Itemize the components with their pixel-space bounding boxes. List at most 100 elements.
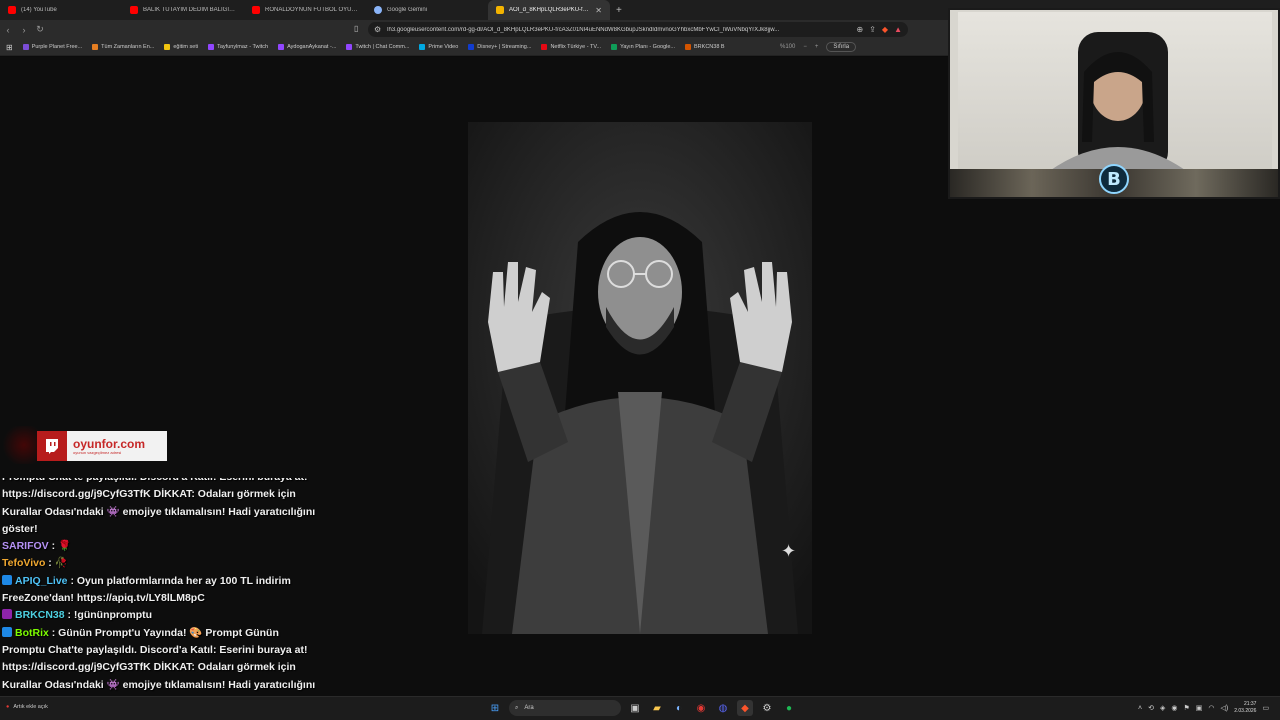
bookmark-item[interactable]: Tayfunylmaz - Twitch bbox=[208, 44, 268, 50]
generated-portrait-image[interactable] bbox=[468, 122, 812, 634]
tab-ronaldo[interactable]: RONALDOYNUN FUTBOL OYUNU UF bbox=[244, 0, 366, 20]
tab-label: Google Gemini bbox=[387, 7, 428, 13]
wifi-icon[interactable]: ◠ bbox=[1208, 704, 1214, 712]
tray-app-icon[interactable]: ◈ bbox=[1160, 704, 1165, 712]
screen: (14) YouTube BALIK TUTAYIM DEDİM BALIĞI … bbox=[0, 0, 1280, 720]
bookmark-label: Twitch | Chat Comm... bbox=[355, 44, 410, 50]
twitch-glyph bbox=[46, 439, 58, 454]
twitch-icon bbox=[37, 431, 67, 461]
url-text[interactable]: lh3.googleusercontent.com/rd-gg-dl/AOI_d… bbox=[387, 27, 850, 33]
chrome-icon[interactable]: ◉ bbox=[693, 700, 709, 716]
chat-text: Promptu Chat'te paylaşıldı. Discord'a Ka… bbox=[2, 478, 316, 535]
webcam-feed bbox=[958, 12, 1272, 172]
bookmark-item[interactable]: Netflix Türkiye - TV... bbox=[541, 44, 601, 50]
chat-message: BRKCN38 : !gününpromptu bbox=[2, 607, 320, 624]
forward-icon[interactable]: › bbox=[16, 25, 32, 35]
bookmark-label: Tayfunylmaz - Twitch bbox=[217, 44, 269, 50]
tray-app-icon[interactable]: ◉ bbox=[1171, 704, 1177, 712]
sub-badge-icon bbox=[2, 609, 12, 620]
notification-icon: ● bbox=[6, 704, 10, 710]
zoom-reset-button[interactable]: Sıfırla bbox=[826, 42, 857, 52]
tray-app-icon[interactable]: ⚑ bbox=[1183, 704, 1189, 712]
copilot-icon[interactable]: ◐ bbox=[671, 700, 687, 716]
sponsor-name: oyunfor.com bbox=[73, 436, 146, 451]
file-explorer-icon[interactable]: ▰ bbox=[649, 700, 665, 716]
chat-message: BotRix : Günün Prompt'u Yayında! 🎨 Promp… bbox=[2, 625, 320, 700]
site-info-icon[interactable]: ⚙ bbox=[374, 25, 381, 34]
bookmark-icon[interactable]: ▯ bbox=[354, 24, 358, 33]
bookmark-favicon bbox=[685, 44, 692, 50]
bookmark-item[interactable]: Disney+ | Streaming... bbox=[468, 44, 531, 50]
share-icon[interactable]: ⇪ bbox=[869, 25, 876, 34]
channel-logo-icon: B bbox=[1099, 164, 1129, 194]
zoom-level: %100 bbox=[780, 44, 796, 50]
sponsor-brand: oyunfor.com oyunun vazgeçilmez adresi bbox=[67, 431, 167, 461]
tray-chevron-icon[interactable]: ˄ bbox=[1138, 705, 1142, 712]
zoom-out-icon[interactable]: − bbox=[803, 44, 807, 50]
gemini-icon bbox=[374, 6, 382, 14]
bookmark-label: eğitim seti bbox=[173, 44, 199, 50]
brave-shield-icon[interactable]: ◆ bbox=[882, 25, 888, 34]
bookmark-label: Netflix Türkiye - TV... bbox=[550, 44, 602, 50]
taskbar-search[interactable]: ⌕ Ara bbox=[509, 700, 621, 716]
chat-overlay: Promptu Chat'te paylaşıldı. Discord'a Ka… bbox=[2, 478, 320, 700]
bookmark-label: Purple Planet Free... bbox=[31, 44, 83, 50]
notifications-icon[interactable]: ▭ bbox=[1262, 704, 1269, 712]
bookmark-favicon bbox=[468, 44, 475, 50]
chat-text: : 🌹 bbox=[51, 540, 72, 553]
new-tab-button[interactable]: + bbox=[610, 5, 628, 16]
bookmark-item[interactable]: Purple Planet Free... bbox=[22, 44, 83, 50]
volume-icon[interactable]: ◁) bbox=[1220, 704, 1228, 712]
chat-message: TefoVivo : 🥀 bbox=[2, 555, 320, 572]
clock-time: 21:37 bbox=[1243, 701, 1257, 707]
bookmark-item[interactable]: eğitim seti bbox=[164, 44, 198, 50]
brave-rewards-icon[interactable]: ▲ bbox=[894, 25, 902, 34]
spotify-icon[interactable]: ● bbox=[781, 700, 797, 716]
tab-youtube[interactable]: (14) YouTube bbox=[0, 0, 122, 20]
system-tray: ˄ ⟲ ◈ ◉ ⚑ ▣ ◠ ◁) 21:37 2.03.2026 ▭ bbox=[1138, 701, 1269, 715]
zoom-icon[interactable]: ⊕ bbox=[857, 25, 864, 34]
windows-taskbar: ● Artık ekle açık ⊞ ⌕ Ara ▣ ▰ ◐ ◉ ◍ ◆ ⚙ … bbox=[0, 696, 1280, 720]
youtube-icon bbox=[130, 6, 138, 14]
tab-label: (14) YouTube bbox=[21, 7, 57, 13]
tab-label: AOI_d_8KHpLQLR3ePKU-f/cA3Z bbox=[509, 7, 591, 13]
tab-balik[interactable]: BALIK TUTAYIM DEDİM BALIĞI TUTTU bbox=[122, 0, 244, 20]
bookmark-item[interactable]: BRKCN38 B bbox=[685, 44, 725, 50]
bookmark-favicon bbox=[92, 44, 99, 50]
tab-image-active[interactable]: AOI_d_8KHpLQLR3ePKU-f/cA3Z ✕ bbox=[488, 0, 610, 20]
bookmark-label: Yayın Planı - Google... bbox=[620, 44, 676, 50]
clock[interactable]: 21:37 2.03.2026 bbox=[1234, 701, 1256, 715]
reload-icon[interactable]: ↻ bbox=[32, 24, 48, 35]
bookmark-item[interactable]: Yayın Planı - Google... bbox=[611, 44, 675, 50]
youtube-icon bbox=[252, 6, 260, 14]
close-tab-icon[interactable]: ✕ bbox=[595, 6, 602, 15]
clock-date: 2.03.2026 bbox=[1234, 708, 1257, 714]
apps-icon[interactable]: ⊞ bbox=[6, 43, 13, 52]
chat-text: : !gününpromptu bbox=[67, 609, 153, 622]
back-icon[interactable]: ‹ bbox=[0, 25, 16, 35]
bookmark-item[interactable]: Prime Video bbox=[419, 44, 458, 50]
bookmark-item[interactable]: AydoganAykanat -... bbox=[278, 44, 336, 50]
bookmark-item[interactable]: Twitch | Chat Comm... bbox=[346, 44, 409, 50]
bookmark-item[interactable]: Tüm Zamanların En... bbox=[92, 44, 154, 50]
windows-start-icon[interactable]: ⊞ bbox=[487, 700, 503, 716]
taskbar-status[interactable]: ● Artık ekle açık bbox=[6, 704, 48, 710]
tab-label: BALIK TUTAYIM DEDİM BALIĞI TUTTU bbox=[143, 7, 236, 13]
taskbar-apps: ⊞ ⌕ Ara ▣ ▰ ◐ ◉ ◍ ◆ ⚙ ● bbox=[487, 700, 797, 716]
search-placeholder: Ara bbox=[524, 705, 534, 711]
chat-username: SARIFOV bbox=[2, 540, 49, 553]
discord-icon[interactable]: ◍ bbox=[715, 700, 731, 716]
tray-app-icon[interactable]: ▣ bbox=[1196, 704, 1203, 712]
bookmark-favicon bbox=[164, 44, 171, 50]
steam-icon[interactable]: ⚙ bbox=[759, 700, 775, 716]
image-icon bbox=[496, 6, 504, 14]
sponsor-banner: oyunfor.com oyunun vazgeçilmez adresi bbox=[37, 431, 167, 461]
brave-icon[interactable]: ◆ bbox=[737, 700, 753, 716]
tray-app-icon[interactable]: ⟲ bbox=[1148, 704, 1154, 712]
url-bar[interactable]: ⚙ lh3.googleusercontent.com/rd-gg-dl/AOI… bbox=[368, 22, 908, 37]
tab-gemini[interactable]: Google Gemini bbox=[366, 0, 488, 20]
bookmark-favicon bbox=[541, 44, 548, 50]
task-view-icon[interactable]: ▣ bbox=[627, 700, 643, 716]
bookmark-label: Prime Video bbox=[428, 44, 459, 50]
zoom-in-icon[interactable]: + bbox=[815, 44, 819, 50]
